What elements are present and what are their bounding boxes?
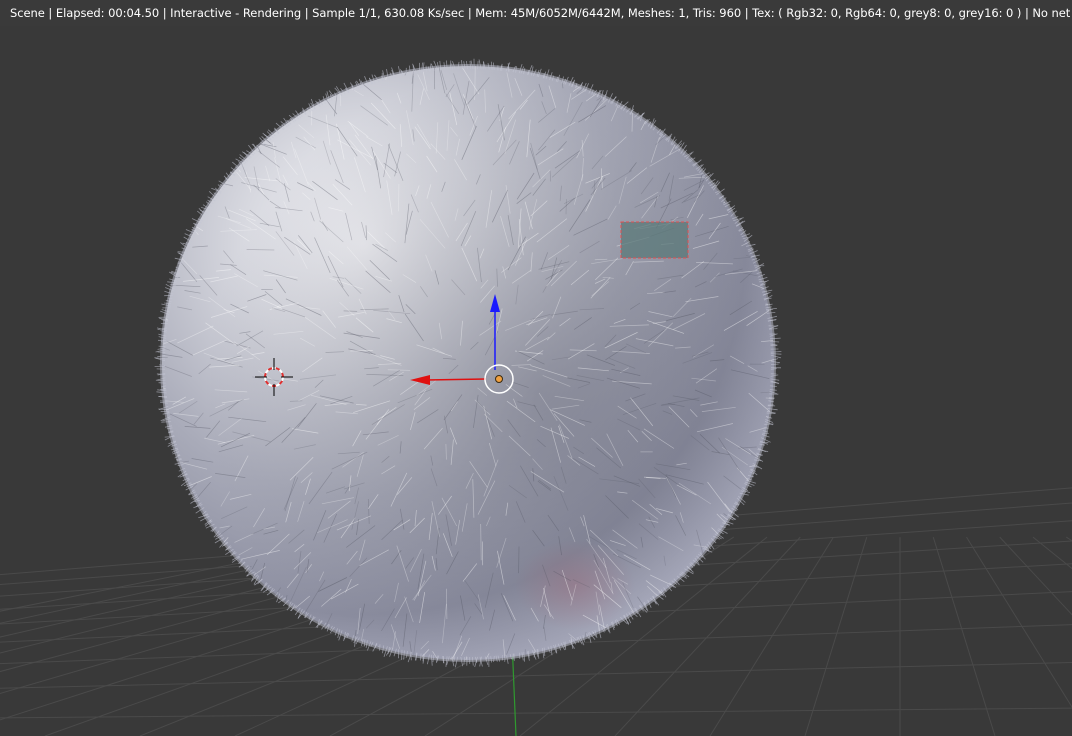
fur-sphere[interactable]: [129, 27, 795, 681]
object-origin-icon: [495, 375, 503, 383]
render-status-bar: Scene | Elapsed: 00:04.50 | Interactive …: [0, 0, 1072, 26]
scene-canvas[interactable]: [0, 0, 1072, 736]
gizmo-x-axis[interactable]: [425, 378, 487, 381]
3d-viewport[interactable]: Scene | Elapsed: 00:04.50 | Interactive …: [0, 0, 1072, 736]
render-status-text: Scene | Elapsed: 00:04.50 | Interactive …: [10, 6, 1072, 20]
lamp-object[interactable]: [620, 221, 689, 259]
